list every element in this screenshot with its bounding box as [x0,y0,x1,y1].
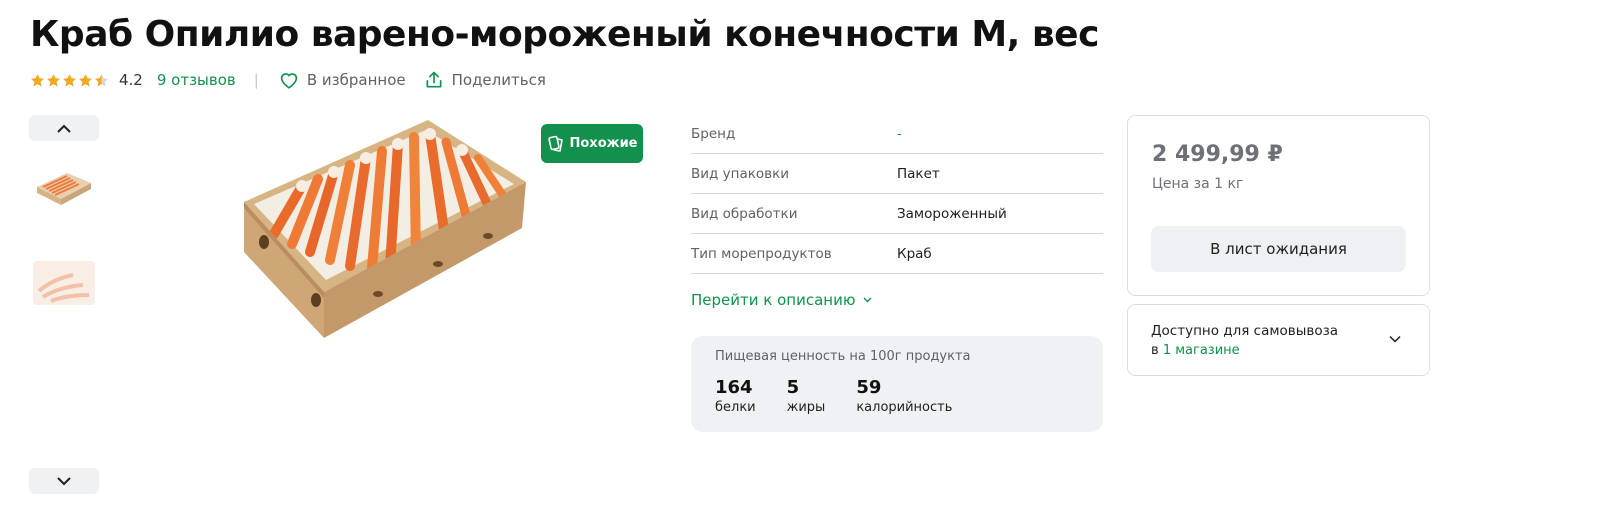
thumbs-down-button[interactable] [29,468,99,494]
pickup-prefix: в [1151,343,1159,358]
nutrition-fat: 5 жиры [786,377,826,416]
star-icon [79,73,92,86]
reviews-link[interactable]: 9 отзывов [157,71,236,89]
star-half-icon [95,73,108,86]
product-title: Краб Опилио варено-мороженый конечности … [30,14,1099,55]
heart-icon [280,73,298,89]
product-meta-row: 4.2 9 отзывов | В избранное Поделиться [30,68,546,92]
product-image [244,120,526,338]
spec-key: Вид обработки [691,205,798,222]
nutrition-value: 59 [856,377,882,398]
share-button[interactable]: Поделиться [424,70,546,90]
nutrition-label: калорийность [856,400,953,415]
thumbnail-1[interactable] [33,165,95,209]
go-to-description-link[interactable]: Перейти к описанию [691,291,872,309]
nutrition-label: жиры [786,400,826,415]
price-card: 2 499,99 ₽ Цена за 1 кг В лист ожидания [1127,115,1430,296]
spec-row-package: Вид упаковки Пакет [691,154,1103,194]
spec-value: Замороженный [897,205,1007,222]
spec-value: Краб [897,245,932,262]
nutrition-protein: 164 белки [715,377,756,416]
spec-key: Тип морепродуктов [691,245,832,262]
pickup-stores-link[interactable]: 1 магазине [1163,343,1240,358]
nutrition-panel: Пищевая ценность на 100г продукта 164 бе… [691,336,1103,432]
waitlist-button[interactable]: В лист ожидания [1151,226,1406,272]
star-icon [47,73,60,86]
crab-legs-thumbnail [33,261,95,305]
go-to-description-label: Перейти к описанию [691,291,856,309]
thumbs-up-button[interactable] [29,115,99,141]
crab-box-thumbnail [33,165,95,209]
spec-row-processing: Вид обработки Замороженный [691,194,1103,234]
nutrition-value: 5 [786,377,800,398]
favorite-button[interactable]: В избранное [279,71,406,89]
spec-key: Бренд [691,125,736,142]
spec-key: Вид упаковки [691,165,790,182]
rating-stars [30,73,109,88]
star-icon [31,73,44,86]
share-label: Поделиться [451,71,546,89]
favorite-label: В избранное [306,71,406,89]
star-icon [63,73,76,86]
spec-value-brand[interactable]: - [897,126,902,142]
nutrition-calories: 59 калорийность [856,377,953,416]
nutrition-value: 164 [715,377,753,398]
chevron-up-icon [57,124,71,133]
pickup-title: Доступно для самовывоза [1151,323,1339,339]
rating-value: 4.2 [119,71,143,89]
spec-row-seafood-type: Тип морепродуктов Краб [691,234,1103,274]
pickup-availability[interactable]: Доступно для самовывоза в 1 магазине [1127,304,1430,376]
nutrition-label: белки [715,400,756,415]
cards-icon [547,135,563,152]
chevron-down-icon [863,297,872,303]
specs-table: Бренд - Вид упаковки Пакет Вид обработки… [691,114,1103,274]
similar-label: Похожие [569,136,638,151]
nutrition-title: Пищевая ценность на 100г продукта [715,349,971,364]
meta-divider: | [253,71,259,89]
spec-row-brand: Бренд - [691,114,1103,154]
thumbnail-2[interactable] [33,261,95,305]
similar-button[interactable]: Похожие [541,124,643,163]
price-unit: Цена за 1 кг [1152,176,1244,192]
spec-value: Пакет [897,165,940,182]
share-icon [426,71,442,88]
pickup-subtitle: в 1 магазине [1151,343,1240,358]
price-value: 2 499,99 ₽ [1152,142,1283,167]
chevron-down-icon [1389,335,1401,343]
nutrition-values: 164 белки 5 жиры 59 калорийность [715,377,1079,416]
chevron-down-icon [57,476,71,485]
